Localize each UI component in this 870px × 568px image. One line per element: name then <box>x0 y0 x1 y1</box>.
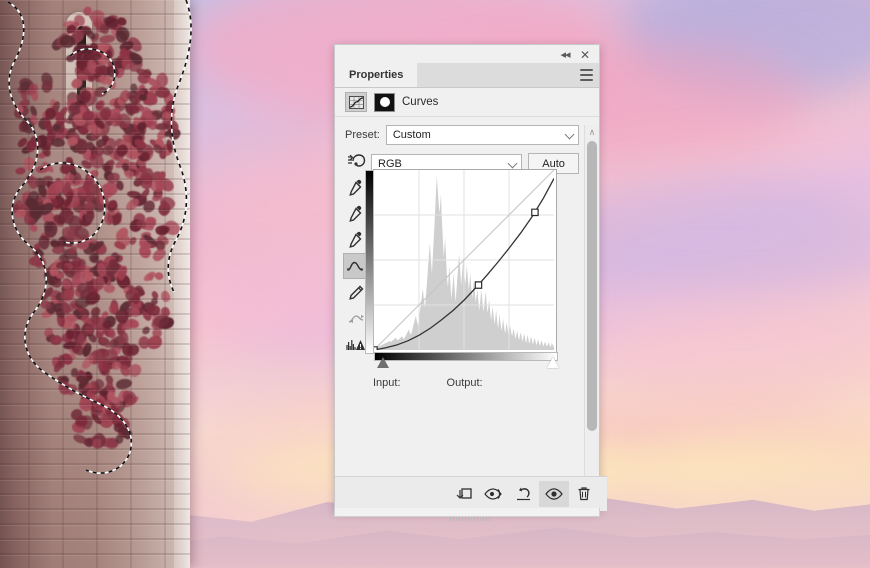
tab-properties[interactable]: Properties <box>335 63 418 87</box>
preset-value: Custom <box>392 129 431 141</box>
input-output-readout: Input: Output: <box>373 377 573 389</box>
tower-lit-edge <box>174 0 190 568</box>
panel-title-bar: ◂◂ ✕ <box>335 45 599 63</box>
preset-label: Preset: <box>345 129 380 141</box>
curves-graph-area <box>365 169 561 361</box>
layer-mask-thumbnail[interactable] <box>374 92 395 112</box>
white-point-slider[interactable] <box>547 357 559 368</box>
panel-body: ∧ ∨ Preset: Custom RGB Auto <box>335 125 599 487</box>
input-label: Input: <box>373 377 401 389</box>
close-panel-button[interactable]: ✕ <box>577 48 593 62</box>
properties-panel[interactable]: ◂◂ ✕ Properties Curves ∧ Preset: Custom … <box>334 44 607 521</box>
toggle-layer-visibility-button[interactable] <box>539 481 569 507</box>
preset-row: Preset: Custom <box>335 125 599 145</box>
panel-tab-bar: Properties <box>335 63 599 88</box>
panel-bottom-edge <box>334 508 600 517</box>
curve-plot[interactable] <box>374 170 554 350</box>
adjustment-title: Curves <box>402 96 439 108</box>
adjustment-header: Curves <box>335 88 599 117</box>
panel-footer <box>335 476 607 521</box>
panel-scrollbar[interactable]: ∧ ∨ <box>584 125 599 487</box>
curve-control-point <box>532 209 538 215</box>
curves-grid-icon[interactable] <box>345 92 367 112</box>
panel-menu-icon[interactable] <box>580 69 593 81</box>
preset-select[interactable]: Custom <box>385 125 579 145</box>
collapse-panel-button[interactable]: ◂◂ <box>557 48 573 62</box>
scroll-up-arrow-icon[interactable]: ∧ <box>585 126 599 139</box>
stone-tower <box>0 0 190 568</box>
scrollbar-thumb[interactable] <box>587 141 597 431</box>
tower-window-sill <box>62 122 96 128</box>
view-previous-state-button[interactable] <box>479 481 509 507</box>
screenshot-canvas: ◂◂ ✕ Properties Curves ∧ Preset: Custom … <box>0 0 870 568</box>
black-point-slider[interactable] <box>377 357 389 368</box>
output-gradient-strip <box>365 170 374 354</box>
endpoint-sliders <box>371 357 561 371</box>
chevron-down-icon <box>507 158 518 168</box>
clip-to-layer-button[interactable] <box>449 481 479 507</box>
chevron-down-icon <box>564 129 575 140</box>
delete-adjustment-layer-button[interactable] <box>569 481 599 507</box>
curve-control-point <box>374 347 377 350</box>
channel-value: RGB <box>378 157 402 170</box>
tower-window <box>66 12 92 124</box>
curves-graph[interactable] <box>365 169 558 361</box>
curve-control-point <box>475 282 481 288</box>
reset-adjustment-button[interactable] <box>509 481 539 507</box>
tower-window-slit <box>77 26 86 114</box>
output-label: Output: <box>446 377 483 389</box>
